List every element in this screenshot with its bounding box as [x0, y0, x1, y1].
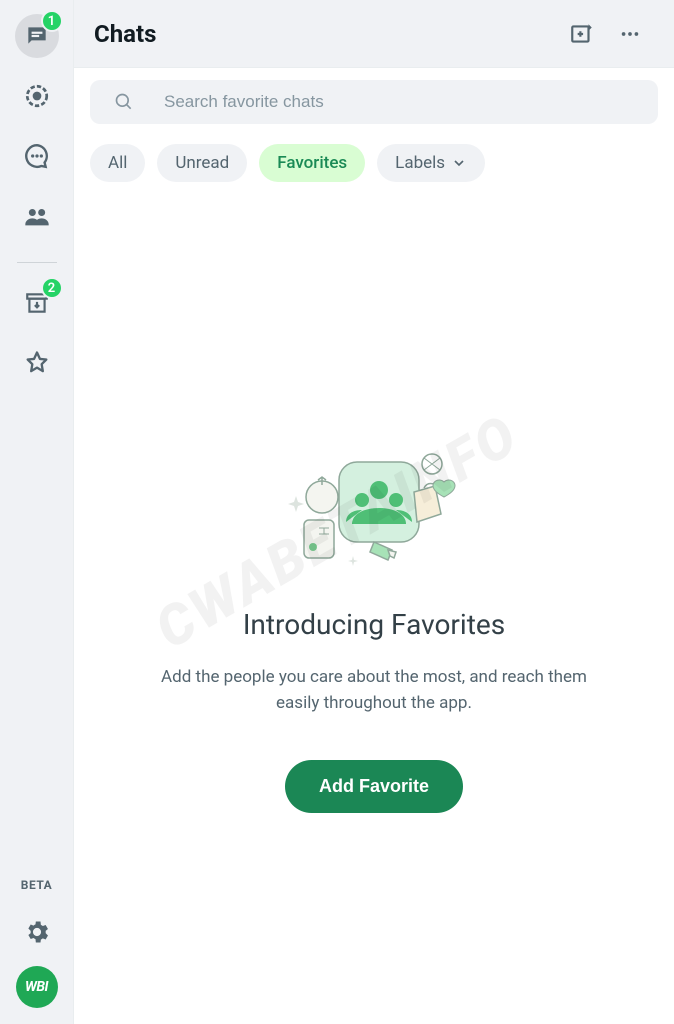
communities-tab[interactable]	[15, 194, 59, 238]
main-panel: Chats All Unread Favorites Lab	[74, 0, 674, 1024]
communities-icon	[23, 202, 51, 230]
filter-all[interactable]: All	[90, 144, 145, 182]
archive-badge: 2	[41, 277, 63, 299]
profile-avatar[interactable]: WBI	[16, 966, 58, 1008]
new-chat-button[interactable]	[562, 14, 602, 54]
header: Chats	[74, 0, 674, 68]
archive-tab[interactable]: 2	[15, 281, 59, 325]
filter-labels[interactable]: Labels	[377, 144, 485, 182]
search-bar[interactable]	[90, 80, 658, 124]
search-input[interactable]	[164, 92, 634, 112]
gear-icon	[23, 918, 51, 946]
add-favorite-button[interactable]: Add Favorite	[285, 760, 463, 813]
filter-unread[interactable]: Unread	[157, 144, 247, 182]
chevron-down-icon	[451, 155, 467, 171]
filter-labels-text: Labels	[395, 153, 445, 173]
more-icon	[619, 23, 641, 45]
status-icon	[24, 83, 50, 109]
sidebar: 1 2 BETA	[0, 0, 74, 1024]
empty-state: Introducing Favorites Add the people you…	[74, 182, 674, 1024]
page-title: Chats	[94, 20, 554, 48]
sidebar-divider	[17, 262, 57, 263]
favorites-illustration	[264, 442, 484, 572]
channel-icon	[24, 143, 50, 169]
menu-button[interactable]	[610, 14, 650, 54]
settings-button[interactable]	[15, 910, 59, 954]
beta-label: BETA	[21, 878, 52, 892]
sidebar-bottom: BETA WBI	[0, 878, 73, 1024]
empty-description: Add the people you care about the most, …	[144, 665, 604, 716]
filter-chips: All Unread Favorites Labels	[74, 136, 674, 182]
star-icon	[23, 349, 51, 377]
search-icon	[114, 92, 134, 112]
starred-tab[interactable]	[15, 341, 59, 385]
filter-favorites[interactable]: Favorites	[259, 144, 365, 182]
empty-title: Introducing Favorites	[243, 608, 505, 641]
status-tab[interactable]	[15, 74, 59, 118]
search-section	[74, 68, 674, 136]
new-chat-icon	[569, 21, 595, 47]
chats-tab[interactable]: 1	[15, 14, 59, 58]
channels-tab[interactable]	[15, 134, 59, 178]
chats-badge: 1	[41, 10, 63, 32]
